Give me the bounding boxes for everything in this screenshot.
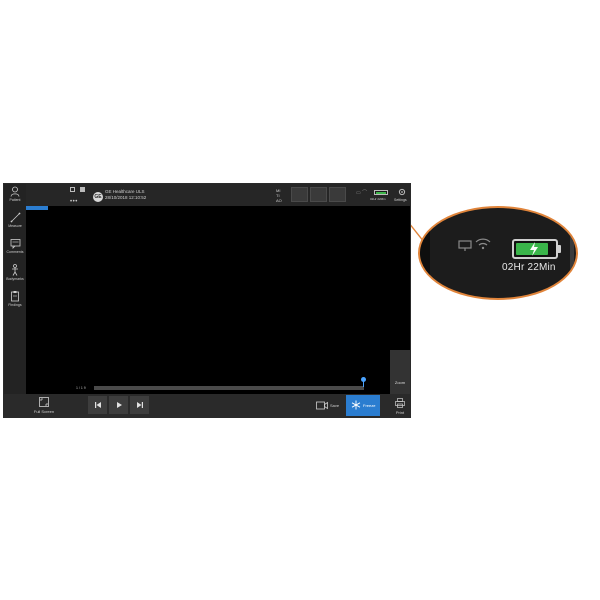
print-label: Print xyxy=(395,410,405,415)
battery-zoom-callout: 02Hr 22Min xyxy=(418,206,578,300)
institution-name: GE Healthcare ULS xyxy=(105,189,145,194)
ge-logo: GE xyxy=(93,192,103,202)
snowflake-icon xyxy=(351,400,361,410)
sidebar-item-label: Comments xyxy=(6,250,24,254)
play-icon xyxy=(116,402,122,408)
battery-indicator xyxy=(374,190,388,195)
play-button[interactable] xyxy=(109,396,128,414)
battery-time-remaining: 02Hr 22Min xyxy=(502,262,556,273)
header-tool-button-1[interactable] xyxy=(291,187,308,202)
frame-counter: 1 / 1 9 xyxy=(76,386,86,390)
wifi-icon xyxy=(475,238,491,250)
acoustic-indices: MI TI AO xyxy=(276,188,282,203)
sidebar-item-bodymarks[interactable]: Bodymarks xyxy=(4,262,26,288)
bottom-toolbar: Full Screen Save Freeze Print xyxy=(4,394,410,417)
exam-datetime: 28/10/2018 12:10:52 xyxy=(105,194,147,200)
monitor-icon xyxy=(458,240,472,251)
step-back-icon xyxy=(94,402,101,408)
status-icons: ▭ ⌒ xyxy=(356,190,368,196)
sidebar-item-patient[interactable]: Patient xyxy=(4,184,26,210)
body-icon xyxy=(12,264,18,276)
charging-bolt-icon xyxy=(530,242,538,256)
full-screen-label: Full Screen xyxy=(33,409,55,414)
more-options-icon[interactable]: ••• xyxy=(70,199,78,205)
expand-icon xyxy=(39,397,49,407)
zoom-panel[interactable]: Zoom xyxy=(390,350,410,394)
zoom-background-strip xyxy=(420,208,430,298)
sidebar-item-label: Patient xyxy=(9,198,21,202)
save-button[interactable]: Save xyxy=(309,394,345,417)
save-label: Save xyxy=(330,403,340,408)
zoom-edge-divider xyxy=(570,228,574,283)
sidebar-item-label: Bodymarks xyxy=(6,277,24,281)
gear-icon[interactable] xyxy=(398,188,406,196)
sidebar-item-label: Measure xyxy=(8,224,22,228)
comment-icon xyxy=(10,239,20,249)
ultrasound-image-area[interactable] xyxy=(26,206,390,376)
printer-icon xyxy=(395,398,405,408)
zoom-label: Zoom xyxy=(394,380,406,385)
ultrasound-app-window: Patient Scan Measure Comments xyxy=(4,184,410,417)
person-icon xyxy=(10,186,20,197)
video-camera-icon xyxy=(316,401,328,410)
measure-icon xyxy=(10,212,20,223)
header-tool-button-2[interactable] xyxy=(310,187,327,202)
layout-single-icon[interactable] xyxy=(70,187,75,192)
battery-tip xyxy=(558,245,561,253)
battery-time-small: 02Hr 22Min xyxy=(370,197,386,201)
print-button[interactable]: Print xyxy=(390,394,410,417)
layout-dual-icon[interactable] xyxy=(80,187,85,192)
previous-frame-button[interactable] xyxy=(88,396,107,414)
battery-large-indicator xyxy=(512,239,558,259)
step-forward-icon xyxy=(136,402,143,408)
header-tool-button-3[interactable] xyxy=(329,187,346,202)
freeze-label: Freeze xyxy=(363,403,376,408)
left-sidebar: Patient Scan Measure Comments xyxy=(4,184,48,394)
sidebar-item-label: Findings xyxy=(8,303,22,307)
ao-label: AO xyxy=(276,198,282,203)
cine-scrub-bar[interactable] xyxy=(94,386,364,390)
sidebar-item-comments[interactable]: Comments xyxy=(4,236,26,262)
sidebar-item-findings[interactable]: Findings xyxy=(4,288,26,314)
institution-info: GE Healthcare ULS 28/10/2018 12:10:52 xyxy=(105,189,146,200)
freeze-button[interactable]: Freeze xyxy=(346,395,380,416)
full-screen-button[interactable]: Full Screen xyxy=(30,394,58,417)
next-frame-button[interactable] xyxy=(130,396,149,414)
sidebar-item-measure[interactable]: Measure xyxy=(4,210,26,236)
top-header-bar: ••• GE GE Healthcare ULS 28/10/2018 12:1… xyxy=(26,184,410,206)
scrub-handle[interactable] xyxy=(361,377,366,382)
settings-label[interactable]: Settings xyxy=(394,198,407,202)
clipboard-icon xyxy=(11,291,19,302)
